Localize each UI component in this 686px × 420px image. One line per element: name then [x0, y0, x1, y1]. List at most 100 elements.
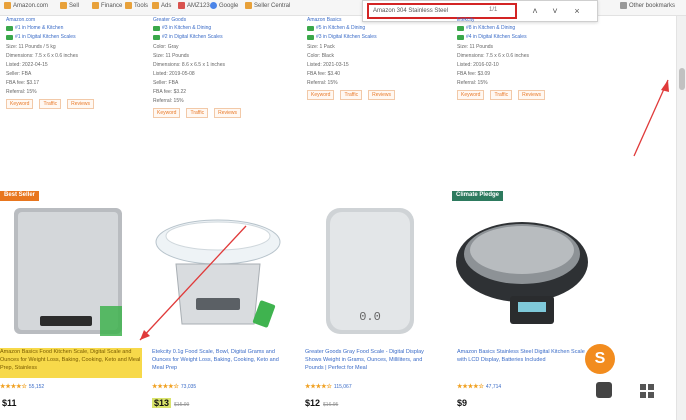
info-line: Size: 11 Pounds — [153, 53, 190, 59]
review-count[interactable]: 47,714 — [486, 384, 501, 390]
assistant-button[interactable]: S — [585, 344, 615, 374]
rank-tag: #8 in Kitchen & Dining — [457, 25, 592, 31]
rank-tag: #3 in Kitchen & Dining — [153, 25, 288, 31]
bookmark-amazon[interactable]: Amazon.com — [4, 2, 48, 9]
product-info-column: Etekcity #8 in Kitchen & Dining #4 in Di… — [457, 16, 592, 100]
info-line: FBA fee: $3.09 — [457, 71, 491, 77]
brand-link[interactable]: Etekcity — [457, 16, 592, 25]
info-line: Listed: 2021-03-15 — [307, 62, 349, 68]
rank-tag: #1 in Home & Kitchen — [6, 25, 136, 31]
bookmark-amz123[interactable]: AMZ123 — [178, 2, 210, 9]
action-buttons: Keyword Traffic Reviews — [6, 99, 136, 109]
rank-tag: #5 in Kitchen & Dining — [307, 25, 442, 31]
info-line: FBA fee: $3.40 — [307, 71, 341, 77]
info-line: FBA fee: $3.17 — [6, 80, 40, 86]
info-line: Size: 1 Pack — [307, 44, 335, 50]
amazon-icon — [4, 2, 11, 9]
folder-icon — [125, 2, 132, 9]
apps-grid-icon[interactable] — [640, 384, 654, 398]
rank-badge-icon — [6, 25, 13, 31]
info-line: Dimensions: 7.5 x 6 x 0.6 inches — [457, 53, 529, 59]
info-line: Size: 11 Pounds — [457, 44, 494, 50]
brand-link[interactable]: Greater Goods — [153, 16, 288, 25]
review-count[interactable]: 73,035 — [181, 384, 196, 390]
rank-badge-icon — [307, 34, 314, 40]
reviews-button[interactable]: Reviews — [67, 99, 94, 109]
keyword-button[interactable]: Keyword — [153, 108, 181, 118]
rank-tag: #1 in Digital Kitchen Scales — [6, 34, 136, 40]
climate-pledge-badge: Climate Pledge — [452, 191, 504, 201]
info-line: Dimensions: 8.6 x 6.5 x 1 inches — [153, 62, 225, 68]
product-info-column: Amazon.com #1 in Home & Kitchen #1 in Di… — [6, 16, 136, 109]
reviews-button[interactable]: Reviews — [368, 90, 395, 100]
product-info-column: Amazon Basics #5 in Kitchen & Dining #3 … — [307, 16, 442, 100]
product-image[interactable] — [148, 202, 288, 342]
rank-badge-icon — [6, 34, 13, 40]
product-image[interactable]: 0.0 — [300, 202, 440, 342]
arrowhead-icon — [661, 80, 669, 92]
rank-badge-icon — [307, 25, 314, 31]
traffic-button[interactable]: Traffic — [186, 108, 209, 118]
bookmark-sell[interactable]: Sell — [60, 2, 79, 9]
keyword-button[interactable]: Keyword — [457, 90, 485, 100]
lock-icon[interactable] — [596, 382, 612, 398]
product-title[interactable]: Etekcity 0.1g Food Scale, Bowl, Digital … — [152, 348, 287, 378]
product-price: $9 — [457, 398, 468, 408]
rating-stars: ★★★★☆ 47,714 — [457, 384, 502, 390]
rank-badge-icon — [457, 34, 464, 40]
bookmark-tools[interactable]: Tools — [125, 2, 148, 9]
product-price: $11 — [2, 398, 17, 408]
info-line: Color: Black — [307, 53, 334, 59]
action-buttons: Keyword Traffic Reviews — [307, 90, 442, 100]
action-buttons: Keyword Traffic Reviews — [457, 90, 592, 100]
info-line: Listed: 2019-05-08 — [153, 71, 195, 77]
arrow-line — [633, 79, 669, 157]
product-title[interactable]: Greater Goods Gray Food Scale - Digital … — [305, 348, 440, 378]
rank-tag: #2 in Digital Kitchen Scales — [153, 34, 288, 40]
traffic-button[interactable]: Traffic — [39, 99, 62, 109]
bookmark-finance[interactable]: Finance — [92, 2, 122, 9]
traffic-button[interactable]: Traffic — [490, 90, 513, 100]
folder-icon — [620, 2, 627, 9]
scrollbar-thumb[interactable] — [679, 68, 685, 90]
info-line: Referral: 15% — [153, 98, 184, 104]
product-price: $13 $15.99 — [152, 398, 190, 408]
vertical-scrollbar[interactable] — [676, 16, 686, 420]
bookmark-seller-central[interactable]: Seller Central — [245, 2, 290, 9]
info-line: Referral: 15% — [6, 89, 37, 95]
product-info-column: Greater Goods #3 in Kitchen & Dining #2 … — [153, 16, 288, 118]
rank-badge-icon — [153, 25, 160, 31]
review-count[interactable]: 115,067 — [334, 384, 352, 390]
brand-link[interactable]: Amazon Basics — [307, 16, 442, 25]
info-line: Dimensions: 7.5 x 6 x 0.6 inches — [6, 53, 78, 59]
product-title[interactable]: Amazon Basics Food Kitchen Scale, Digita… — [0, 348, 142, 378]
traffic-button[interactable]: Traffic — [340, 90, 363, 100]
review-count[interactable]: 55,152 — [29, 384, 44, 390]
info-line: Seller: FBA — [6, 71, 32, 77]
browser-page: Amazon.com Sell Finance Tools Ads AMZ123… — [0, 0, 686, 420]
info-line: Size: 11 Pounds / 5 kg — [6, 44, 56, 50]
keyword-button[interactable]: Keyword — [6, 99, 34, 109]
svg-text:0.0: 0.0 — [359, 310, 381, 324]
folder-icon — [92, 2, 99, 9]
bookmark-google[interactable]: Google — [210, 2, 238, 9]
product-image[interactable] — [0, 202, 140, 342]
folder-icon — [60, 2, 67, 9]
info-line: Listed: 2016-02-10 — [457, 62, 499, 68]
info-line: Seller: FBA — [153, 80, 179, 86]
product-price: $12 $16.95 — [305, 398, 339, 408]
keyword-button[interactable]: Keyword — [307, 90, 335, 100]
rating-stars: ★★★★☆ 115,067 — [305, 384, 352, 390]
product-image[interactable] — [452, 202, 592, 342]
folder-icon — [152, 2, 159, 9]
product-title[interactable]: Amazon Basics Stainless Steel Digital Ki… — [457, 348, 589, 378]
brand-link[interactable]: Amazon.com — [6, 16, 136, 25]
bookmark-ads[interactable]: Ads — [152, 2, 171, 9]
google-icon — [210, 2, 217, 9]
bookmark-other[interactable]: Other bookmarks — [620, 2, 675, 9]
rank-tag: #3 in Digital Kitchen Scales — [307, 34, 442, 40]
info-line: FBA fee: $3.22 — [153, 89, 187, 95]
rank-badge-icon — [457, 25, 464, 31]
reviews-button[interactable]: Reviews — [214, 108, 241, 118]
reviews-button[interactable]: Reviews — [518, 90, 545, 100]
